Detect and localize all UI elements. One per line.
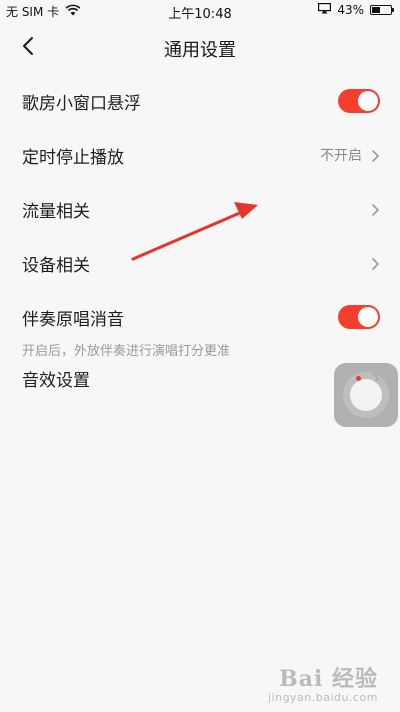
- status-right: 43%: [318, 3, 394, 17]
- chevron-right-icon: [370, 202, 380, 216]
- chevron-right-icon: [370, 148, 380, 162]
- header: 通用设置: [0, 26, 400, 70]
- setting-floating-window: 歌房小窗口悬浮: [0, 74, 400, 128]
- assistive-touch-button[interactable]: [334, 363, 398, 427]
- floating-window-toggle[interactable]: [338, 89, 380, 113]
- setting-timer-stop-label: 定时停止播放: [22, 148, 124, 168]
- setting-device-label: 设备相关: [22, 256, 90, 276]
- assistive-touch-center: [350, 379, 382, 411]
- setting-floating-window-label: 歌房小窗口悬浮: [22, 94, 141, 114]
- status-bar: 无 SIM 卡 上午10:48 43%: [0, 0, 400, 22]
- settings-list: 歌房小窗口悬浮 定时停止播放 不开启 流量相关 设备相关 伴奏原唱消音 开启后，…: [0, 74, 400, 410]
- notification-dot: [356, 376, 361, 381]
- setting-device[interactable]: 设备相关: [0, 236, 400, 290]
- battery-icon: [370, 5, 394, 15]
- setting-traffic[interactable]: 流量相关: [0, 182, 400, 236]
- watermark-sub: jingyan.baidu.com: [267, 691, 378, 704]
- setting-vocal-removal-label: 伴奏原唱消音: [22, 310, 124, 330]
- vocal-removal-toggle[interactable]: [338, 305, 380, 329]
- watermark-main: Bai 经验: [279, 666, 378, 692]
- watermark: Bai 经验 jingyan.baidu.com: [268, 661, 378, 704]
- setting-timer-stop[interactable]: 定时停止播放 不开启: [0, 128, 400, 182]
- battery-fill: [372, 7, 380, 13]
- page-title: 通用设置: [164, 40, 236, 61]
- chevron-right-icon: [370, 256, 380, 270]
- toggle-knob: [358, 307, 378, 327]
- setting-timer-stop-value: 不开启: [320, 148, 362, 164]
- setting-traffic-label: 流量相关: [22, 202, 90, 222]
- toggle-knob: [358, 91, 378, 111]
- setting-sound-effect-label: 音效设置: [22, 371, 90, 391]
- screen-mirror-icon: [318, 3, 332, 17]
- battery-percent: 43%: [337, 3, 364, 17]
- assistive-touch-ring: [343, 372, 389, 418]
